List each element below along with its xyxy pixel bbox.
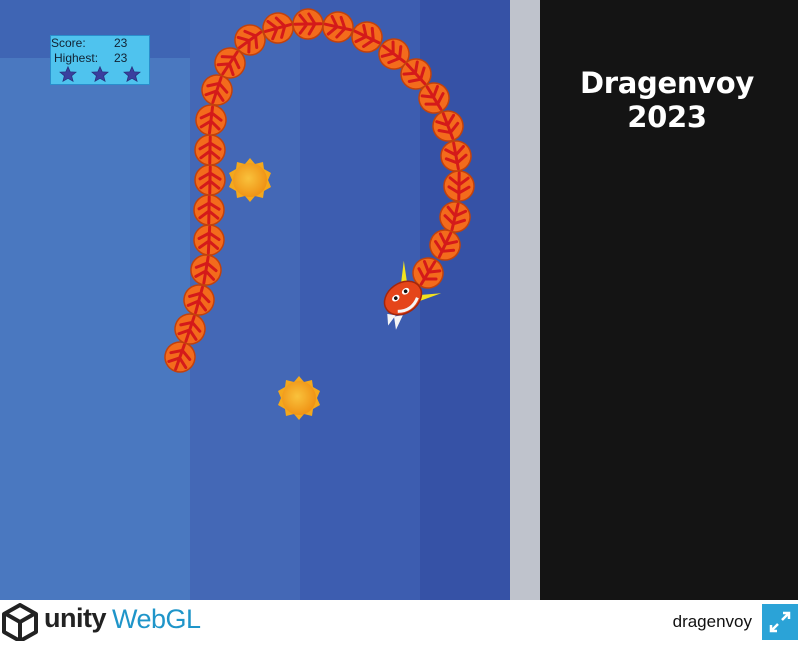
score-label: Score: [51, 36, 86, 50]
dragon-segment-icon [179, 280, 219, 320]
dragon-segment-icon [442, 169, 476, 203]
highest-value: 23 [114, 51, 128, 65]
build-name: dragenvoy [672, 612, 752, 631]
game-world [159, 7, 476, 420]
dragon-segment-icon [291, 7, 325, 41]
layout-divider [510, 0, 540, 600]
dragon-segment-icon [437, 137, 475, 175]
game-canvas[interactable]: Score: 23 Highest: 23 [0, 0, 510, 600]
star-icon [91, 66, 109, 82]
webgl-wordmark: WebGL [112, 604, 201, 634]
dragon-segment-icon [191, 222, 227, 258]
star-rating [59, 66, 145, 82]
highest-label: Highest: [54, 51, 99, 65]
score-value: 23 [114, 36, 128, 50]
star-icon [123, 66, 141, 82]
dragon-segment-icon [193, 163, 227, 197]
dragon-segment-icon [187, 251, 225, 289]
score-panel: Score: 23 Highest: 23 [50, 35, 150, 85]
dragon-segment-icon [192, 193, 226, 227]
unity-logo-icon [2, 603, 38, 641]
dragon-body [159, 7, 476, 378]
star-icon [59, 66, 77, 82]
dragon-segment-icon [318, 7, 358, 47]
sun-orb-icon [229, 158, 271, 202]
side-panel: Dragenvoy 2023 [540, 0, 798, 600]
fullscreen-expand-icon [769, 611, 791, 633]
fullscreen-button[interactable] [762, 604, 798, 640]
dragon-segment-icon [193, 133, 227, 167]
game-title: Dragenvoy 2023 [579, 66, 755, 134]
sun-orb-icon [278, 376, 320, 420]
unity-wordmark: unity [44, 603, 107, 633]
dragon-segment-icon [192, 101, 230, 139]
